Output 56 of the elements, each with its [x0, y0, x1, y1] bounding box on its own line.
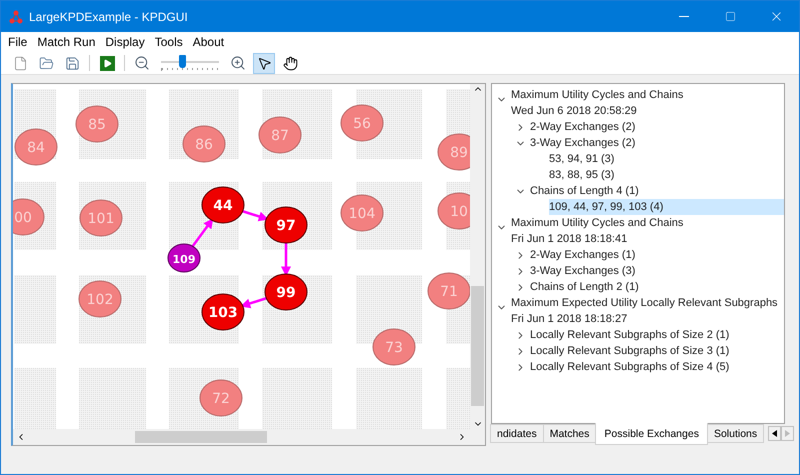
- tree-item[interactable]: 83, 88, 95 (3): [549, 167, 616, 183]
- zoom-in-icon: [230, 55, 246, 71]
- graph-node[interactable]: 109: [168, 244, 200, 272]
- pointer-tool-button[interactable]: [253, 52, 275, 74]
- window-title: LargeKPDExample - KPDGUI: [29, 10, 189, 24]
- app-logo-icon: [9, 10, 23, 24]
- minimize-icon: [679, 16, 689, 17]
- zoom-slider[interactable]: [161, 54, 219, 72]
- pointer-icon: [256, 56, 272, 70]
- tree-item[interactable]: 53, 94, 91 (3): [549, 151, 616, 167]
- graph-node[interactable]: 99: [264, 274, 308, 310]
- left-triangle-icon: [772, 430, 778, 437]
- graph-node[interactable]: 97: [264, 206, 308, 244]
- tree-item[interactable]: Chains of Length 2 (1): [530, 279, 641, 295]
- tree-item-date: Wed Jun 6 2018 20:58:29: [511, 104, 638, 119]
- tree-item[interactable]: 3-Way Exchanges (2): [530, 135, 638, 151]
- arrow: [242, 210, 269, 222]
- scrollbar-thumb[interactable]: [471, 286, 484, 406]
- scrollbar-thumb[interactable]: [135, 431, 267, 443]
- zoom-out-icon: [134, 55, 150, 71]
- tree-item[interactable]: Locally Relevant Subgraphs of Size 3 (1): [530, 343, 732, 359]
- tree-item[interactable]: Locally Relevant Subgraphs of Size 2 (1): [530, 327, 732, 343]
- folder-icon: [38, 56, 54, 70]
- tree-item[interactable]: Maximum Utility Cycles and Chains: [511, 215, 684, 231]
- tree-item[interactable]: 2-Way Exchanges (2): [530, 119, 638, 135]
- tree-item[interactable]: Maximum Expected Utility Locally Relevant Subgraphs: [511, 295, 778, 311]
- arrow: [281, 243, 291, 276]
- tab[interactable]: Matches: [542, 424, 596, 443]
- tab[interactable]: Possible Exchanges: [595, 423, 708, 445]
- tree-item[interactable]: 109, 44, 97, 99, 103 (4): [549, 199, 784, 215]
- tree-item-date: Fri Jun 1 2018 18:18:27: [511, 312, 628, 327]
- tree-item-date: Fri Jun 1 2018 18:18:41: [511, 232, 628, 247]
- menu-item[interactable]: Display: [100, 35, 150, 49]
- document-icon: [12, 56, 28, 70]
- menu-item[interactable]: File: [3, 35, 32, 49]
- graph-canvas[interactable]: 84 85 86 87 56 89 00 101 44 97 104 10 109 102 99 103 71 73 72: [13, 84, 470, 429]
- menu-item[interactable]: About: [188, 35, 230, 49]
- menu-item[interactable]: Match Run: [32, 35, 100, 49]
- arrow: [192, 218, 214, 247]
- graph-node[interactable]: 44: [202, 186, 244, 224]
- play-icon: [102, 58, 112, 68]
- tab-scroll-left-button[interactable]: [768, 426, 782, 441]
- right-triangle-icon: [785, 430, 790, 437]
- hand-icon: [282, 56, 298, 70]
- slider-thumb[interactable]: [178, 55, 186, 68]
- tree-item[interactable]: Locally Relevant Subgraphs of Size 4 (5): [530, 359, 732, 375]
- tab[interactable]: ndidates: [490, 424, 544, 443]
- tree-item[interactable]: 3-Way Exchanges (3): [530, 263, 638, 279]
- menu-item[interactable]: Tools: [150, 35, 188, 49]
- graph-node[interactable]: 103: [202, 294, 244, 330]
- tab[interactable]: Solutions: [706, 424, 764, 443]
- tree-item[interactable]: 2-Way Exchanges (1): [530, 247, 638, 263]
- tree-item[interactable]: Maximum Utility Cycles and Chains: [511, 87, 684, 103]
- tree-item[interactable]: Chains of Length 4 (1): [530, 183, 641, 199]
- arrow: [240, 297, 267, 308]
- maximize-icon: [724, 11, 736, 22]
